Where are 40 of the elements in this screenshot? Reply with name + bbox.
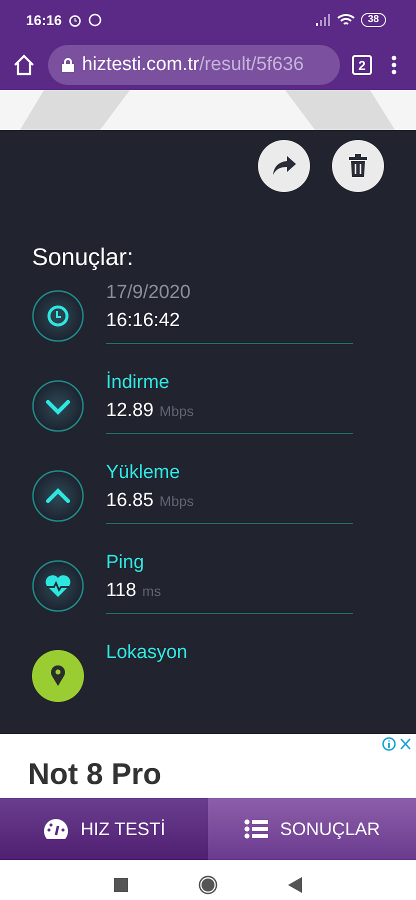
share-button[interactable] (258, 140, 310, 192)
unit-label: Mbps (160, 493, 194, 509)
ad-headline: Not 8 Pro (28, 758, 162, 792)
heartbeat-icon (32, 560, 84, 612)
tab-count-button[interactable]: 2 (352, 55, 372, 75)
back-icon[interactable] (288, 877, 302, 893)
metric-label: İndirme (106, 372, 170, 394)
battery-level: 38 (360, 13, 386, 27)
chevron-down-icon (32, 380, 84, 432)
signal-icon (314, 14, 331, 26)
date-label: 17/9/2020 (106, 282, 192, 304)
trash-icon (348, 154, 368, 178)
share-icon (271, 155, 297, 177)
unit-label: Mbps (160, 403, 194, 419)
alarm-icon (68, 13, 82, 27)
metric-label: Yükleme (106, 462, 181, 484)
home-button-icon[interactable] (198, 875, 218, 895)
metric-label: Ping (106, 552, 146, 574)
unit-label: ms (142, 583, 161, 599)
clock-icon (32, 290, 84, 342)
metric-value: 16.85 (106, 490, 154, 512)
metric-value: 118 (106, 580, 136, 602)
nav-tab[interactable]: SONUÇLAR (208, 798, 416, 860)
ad-info-close-icon[interactable] (382, 736, 412, 752)
clock: 16:16 (26, 12, 62, 28)
list-icon (244, 819, 268, 839)
chevron-up-icon (32, 470, 84, 522)
lock-icon (62, 58, 74, 72)
results-title: Sonuçlar: (32, 244, 134, 272)
delete-button[interactable] (332, 140, 384, 192)
nav-tab[interactable]: HIZ TESTİ (0, 798, 208, 860)
address-bar[interactable]: hiztesti.com.tr/result/5f636 (48, 45, 340, 85)
metric-value: 12.89 (106, 400, 154, 422)
metric-value: 16:16:42 (106, 310, 180, 332)
home-icon[interactable] (12, 53, 36, 77)
location-pin-icon (32, 650, 84, 702)
speedometer-icon (42, 818, 69, 840)
url-text: hiztesti.com.tr/result/5f636 (82, 54, 304, 76)
metric-label: Lokasyon (106, 642, 188, 664)
wifi-icon (336, 13, 355, 27)
